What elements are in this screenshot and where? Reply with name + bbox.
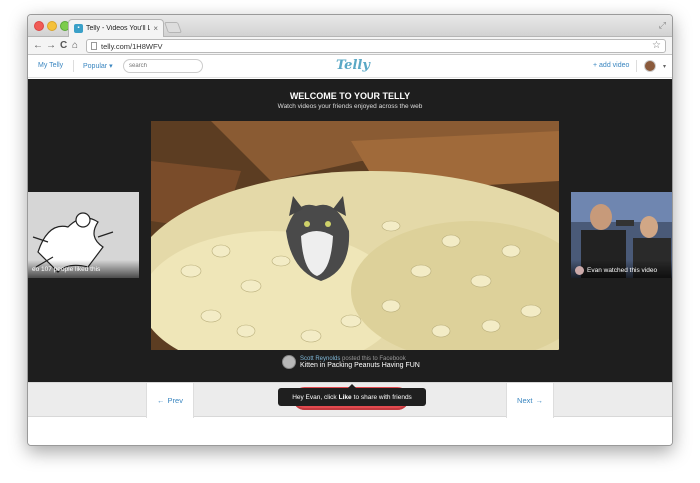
browser-toolbar: ← → C ⌂ telly.com/1H8WFV ☆ xyxy=(28,37,672,55)
left-card-caption: eo 107 people liked this xyxy=(28,260,139,278)
my-telly-link[interactable]: My Telly xyxy=(38,62,63,69)
browser-window: ▪ Telly - Videos You'll Love × ⤢ ← → C ⌂… xyxy=(27,14,673,446)
fullscreen-icon[interactable]: ⤢ xyxy=(659,20,666,31)
evan-avatar xyxy=(575,266,584,275)
chevron-down-icon[interactable]: ▾ xyxy=(663,63,666,70)
forward-arrow-icon[interactable]: → xyxy=(46,39,56,53)
attribution-line: Scott Reynolds posted this to Facebook xyxy=(300,356,420,362)
next-label: Next xyxy=(517,396,533,405)
popular-menu[interactable]: Popular ▾ xyxy=(83,62,113,70)
home-icon[interactable]: ⌂ xyxy=(72,39,78,53)
user-avatar[interactable] xyxy=(644,60,656,72)
search-input[interactable] xyxy=(123,59,203,73)
right-arrow-icon: → xyxy=(535,396,543,405)
telly-logo[interactable]: Telly xyxy=(336,58,370,73)
previous-video-card[interactable]: eo 107 people liked this xyxy=(28,192,139,278)
chevron-down-icon: ▾ xyxy=(109,63,113,70)
tooltip-arrow xyxy=(348,384,356,388)
attribution-text: Scott Reynolds posted this to Facebook K… xyxy=(300,356,420,369)
welcome-title: WELCOME TO YOUR TELLY xyxy=(289,91,411,101)
tab-title: Telly - Videos You'll Love xyxy=(86,25,150,32)
video-player[interactable] xyxy=(151,121,559,350)
bookmark-star-icon[interactable]: ☆ xyxy=(652,40,661,51)
title-bar: ▪ Telly - Videos You'll Love × ⤢ xyxy=(28,15,672,37)
new-tab-button[interactable] xyxy=(163,22,183,33)
right-card-caption: Evan watched this video xyxy=(571,260,672,278)
minimize-window-button[interactable] xyxy=(47,21,57,31)
back-arrow-icon[interactable]: ← xyxy=(33,39,43,53)
popular-label: Popular xyxy=(83,63,108,70)
nav-divider xyxy=(636,60,637,72)
prev-button[interactable]: ← Prev xyxy=(146,383,194,418)
poster-avatar[interactable] xyxy=(282,355,296,369)
tooltip-emphasis: Like xyxy=(338,393,352,401)
welcome-subtitle: Watch videos your friends enjoyed across… xyxy=(277,103,423,110)
prev-label: Prev xyxy=(167,396,183,405)
address-bar[interactable]: telly.com/1H8WFV ☆ xyxy=(86,39,666,53)
right-card-caption-text: Evan watched this video xyxy=(587,267,658,275)
browser-tab[interactable]: ▪ Telly - Videos You'll Love × xyxy=(68,19,164,37)
video-attribution: Scott Reynolds posted this to Facebook K… xyxy=(282,355,420,369)
like-tooltip: Hey Evan, click Like to share with frien… xyxy=(278,384,426,406)
reload-icon[interactable]: C xyxy=(60,39,67,53)
tab-close-icon[interactable]: × xyxy=(153,24,158,33)
tooltip-text-after: to share with friends xyxy=(353,393,412,401)
next-video-card[interactable]: Evan watched this video xyxy=(571,192,672,278)
telly-favicon-icon: ▪ xyxy=(74,24,83,33)
close-window-button[interactable] xyxy=(34,21,44,31)
video-title: Kitten in Packing Peanuts Having FUN xyxy=(300,361,420,369)
next-button[interactable]: Next → xyxy=(506,383,554,418)
left-arrow-icon: ← xyxy=(157,396,165,405)
nav-divider xyxy=(73,60,74,72)
video-stage: WELCOME TO YOUR TELLY Watch videos your … xyxy=(28,79,672,382)
site-nav: My Telly Popular ▾ Telly + add video ▾ xyxy=(28,55,672,78)
add-video-link[interactable]: + add video xyxy=(593,62,629,69)
poster-name-link[interactable]: Scott Reynolds xyxy=(300,356,340,362)
page-icon xyxy=(91,42,97,50)
tooltip-text-before: Hey Evan, click xyxy=(292,393,337,401)
url-text: telly.com/1H8WFV xyxy=(101,41,163,51)
video-frame-thumbnail xyxy=(151,121,559,350)
attribution-action: posted this to Facebook xyxy=(340,355,406,362)
